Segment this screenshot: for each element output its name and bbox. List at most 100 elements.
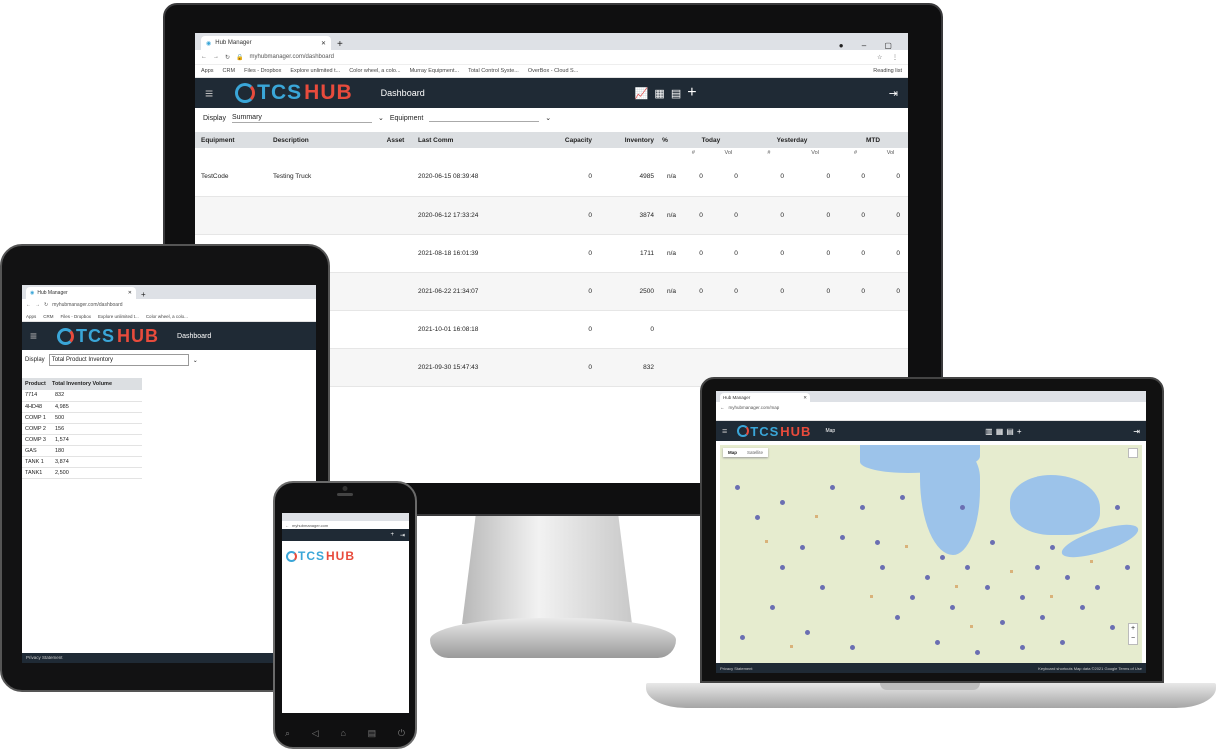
bookmark-item[interactable]: OverBox - Cloud S...	[528, 68, 578, 74]
table-row[interactable]: COMP 2 156	[22, 423, 142, 434]
bookmark-item[interactable]: Reading list	[873, 68, 902, 74]
table-row[interactable]: TestCode Testing Truck 2020-06-15 08:39:48…	[195, 158, 908, 196]
bookmark-item[interactable]: Color wheel, a colo...	[146, 314, 188, 319]
map-marker[interactable]	[1115, 505, 1120, 510]
table-row[interactable]: GAS 180	[22, 445, 142, 456]
back-icon[interactable]: ←	[720, 405, 725, 410]
table-row[interactable]: 7714 832	[22, 390, 142, 401]
map-marker[interactable]	[875, 540, 880, 545]
map-marker[interactable]	[990, 540, 995, 545]
column-header[interactable]: Last Comm	[418, 132, 528, 148]
table-row[interactable]: 4HD48 4,985	[22, 401, 142, 412]
bookmark-item[interactable]: Apps	[201, 68, 214, 74]
map-marker[interactable]	[840, 535, 845, 540]
map-marker[interactable]	[880, 565, 885, 570]
bookmark-item[interactable]: Murray Equipment...	[410, 68, 460, 74]
bookmark-item[interactable]: CRM	[43, 314, 53, 319]
column-header[interactable]: Inventory	[592, 132, 654, 148]
back-icon[interactable]: ←	[26, 302, 31, 308]
bookmark-item[interactable]: Files - Dropbox	[244, 68, 281, 74]
map-marker[interactable]	[925, 575, 930, 580]
map-marker[interactable]	[910, 595, 915, 600]
map-marker[interactable]	[1020, 645, 1025, 650]
map-marker[interactable]	[805, 630, 810, 635]
chart-icon[interactable]: ▥	[985, 427, 996, 436]
map-marker[interactable]	[940, 555, 945, 560]
column-header[interactable]: Asset	[373, 132, 418, 148]
reload-icon[interactable]: ↻	[44, 302, 48, 308]
map-marker[interactable]	[965, 565, 970, 570]
bookmark-item[interactable]: Apps	[26, 314, 36, 319]
table-row[interactable]: TANK 1 3,874	[22, 456, 142, 467]
tcs-hub-logo[interactable]: TCS HUB	[282, 541, 409, 571]
column-header[interactable]: Product	[22, 378, 52, 390]
document-icon[interactable]: ▤	[671, 88, 687, 100]
power-icon[interactable]: ⏻	[398, 728, 405, 739]
map-marker[interactable]	[820, 585, 825, 590]
tcs-hub-logo[interactable]: TCS HUB	[235, 81, 353, 105]
map-marker[interactable]	[780, 565, 785, 570]
column-header[interactable]: Capacity	[528, 132, 592, 148]
map-view[interactable]: Map Satellite + −	[720, 445, 1142, 663]
url-field[interactable]: myhubmanager.com/map	[729, 405, 780, 410]
map-marker[interactable]	[1000, 620, 1005, 625]
map-marker[interactable]	[960, 505, 965, 510]
chart-icon[interactable]: 📈	[635, 88, 655, 100]
reload-icon[interactable]: ↻	[225, 54, 230, 61]
fullscreen-icon[interactable]	[1128, 448, 1138, 458]
display-select[interactable]: Summary	[231, 114, 372, 123]
map-marker[interactable]	[985, 585, 990, 590]
map-marker[interactable]	[1095, 585, 1100, 590]
logout-icon[interactable]: ⇥	[400, 532, 405, 539]
hamburger-menu-icon[interactable]: ≡	[722, 426, 727, 436]
map-marker[interactable]	[770, 605, 775, 610]
map-marker[interactable]	[1080, 605, 1085, 610]
grid-icon[interactable]: ▦	[654, 88, 670, 100]
map-marker[interactable]	[735, 485, 740, 490]
new-tab-icon[interactable]: +	[141, 290, 146, 299]
logout-icon[interactable]: ⇥	[1133, 427, 1140, 436]
bookmark-item[interactable]: CRM	[223, 68, 236, 74]
menu-icon[interactable]: ▤	[368, 728, 377, 739]
equipment-select[interactable]	[429, 114, 540, 122]
window-controls[interactable]: ● – ▢	[839, 41, 908, 50]
column-header[interactable]: MTD	[838, 132, 908, 148]
display-select[interactable]: Total Product Inventory	[48, 354, 189, 366]
hamburger-menu-icon[interactable]: ≡	[205, 85, 213, 101]
forward-icon[interactable]: →	[213, 54, 219, 60]
bookmark-item[interactable]: Color wheel, a colo...	[349, 68, 400, 74]
back-icon[interactable]: ◁	[312, 728, 319, 739]
map-marker[interactable]	[1060, 640, 1065, 645]
table-row[interactable]: COMP 3 1,574	[22, 434, 142, 445]
map-marker[interactable]	[1035, 565, 1040, 570]
bookmark-item[interactable]: Explore unlimited t...	[290, 68, 340, 74]
url-field[interactable]: myhubmanager.com/dashboard	[52, 302, 122, 308]
map-marker[interactable]	[935, 640, 940, 645]
map-marker[interactable]	[1020, 595, 1025, 600]
tcs-hub-logo[interactable]: TCS HUB	[737, 424, 811, 439]
map-marker[interactable]	[755, 515, 760, 520]
map-marker[interactable]	[895, 615, 900, 620]
new-tab-icon[interactable]: +	[337, 39, 343, 50]
map-marker[interactable]	[1065, 575, 1070, 580]
column-header[interactable]: Today	[676, 132, 746, 148]
map-marker[interactable]	[830, 485, 835, 490]
map-marker[interactable]	[900, 495, 905, 500]
tcs-hub-logo[interactable]: TCS HUB	[57, 326, 159, 347]
browser-tab[interactable]: ◉ Hub Manager ✕	[201, 36, 331, 50]
column-header[interactable]: Equipment	[195, 132, 273, 148]
url-field[interactable]: myhubmanager.com/dashboard	[250, 54, 334, 60]
bookmark-item[interactable]: Total Control Syste...	[468, 68, 519, 74]
search-icon[interactable]: ⌕	[285, 728, 290, 739]
map-marker[interactable]	[860, 505, 865, 510]
tab-close-icon[interactable]: ✕	[803, 395, 807, 401]
map-marker[interactable]	[800, 545, 805, 550]
map-marker[interactable]	[975, 650, 980, 655]
add-icon[interactable]: +	[1017, 427, 1025, 436]
map-marker[interactable]	[850, 645, 855, 650]
tab-close-icon[interactable]: ✕	[321, 40, 326, 47]
zoom-controls[interactable]: + −	[1128, 623, 1138, 645]
map-marker[interactable]	[1050, 545, 1055, 550]
hamburger-menu-icon[interactable]: ≡	[30, 329, 37, 343]
back-icon[interactable]: ←	[285, 523, 289, 528]
